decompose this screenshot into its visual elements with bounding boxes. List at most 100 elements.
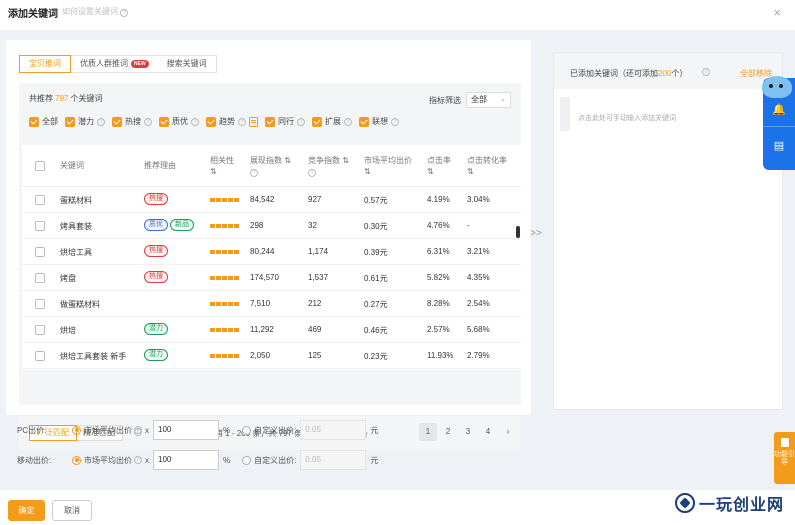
help-link[interactable]: 如何设置关键词 ? (62, 6, 129, 17)
checkbox[interactable] (265, 116, 275, 127)
row-checkbox[interactable] (35, 195, 45, 205)
feedback-icon[interactable]: ▤ (763, 126, 795, 164)
checkbox[interactable] (29, 116, 39, 127)
pc-custom-bid-radio[interactable] (242, 425, 252, 435)
mobile-market-avg-radio[interactable] (72, 455, 81, 465)
filter-hot[interactable]: 热搜? (112, 116, 152, 127)
checkbox[interactable] (112, 116, 122, 127)
page-1-button[interactable]: 1 (419, 423, 437, 441)
relevance-bar (210, 224, 215, 228)
tab-crowd-recommend[interactable]: 优质人群推词 NEW (71, 56, 158, 72)
cvr-cell: 3.21% (467, 247, 490, 256)
relevance-bar (228, 354, 233, 358)
col-avg-bid[interactable]: 市场平均出价 ⇅ (364, 155, 412, 177)
row-checkbox[interactable] (35, 273, 45, 283)
checkbox[interactable] (312, 116, 322, 127)
col-relevance[interactable]: 相关性 ⇅ (210, 155, 234, 177)
mobile-custom-bid-radio[interactable] (242, 455, 252, 465)
reason-cell: 热搜 (144, 245, 170, 257)
table-row[interactable]: 烤具套装 质优 新品 298 32 0.30元 4.76% - (22, 213, 521, 239)
relevance-bar (216, 224, 221, 228)
page-3-button[interactable]: 3 (459, 423, 477, 441)
cancel-button[interactable]: 取消 (52, 500, 92, 521)
checkbox[interactable] (65, 116, 75, 127)
pc-custom-bid-input[interactable]: 0.05 (300, 420, 367, 440)
competition-cell: 125 (308, 351, 322, 360)
table-body: 蛋糕材料 热搜 84,542 927 0.57元 4.19% 3.04% 烤具套装 质优 新品 29… (22, 187, 521, 369)
table-scrollbar[interactable] (516, 226, 520, 238)
confirm-button[interactable]: 确定 (8, 500, 45, 521)
reason-cell: 热搜 (144, 271, 170, 283)
mobile-custom-bid-input[interactable]: 0.05 (300, 450, 367, 470)
relevance-bar (210, 328, 215, 332)
close-icon[interactable]: × (773, 5, 781, 20)
filter-associate[interactable]: 联想? (359, 116, 399, 127)
col-reason: 推荐理由 (144, 161, 176, 170)
table-row[interactable]: 做蛋糕材料 7,510 212 0.27元 8.28% 2.54% (22, 291, 521, 317)
feature-guide-button[interactable]: 功能引导 (774, 432, 795, 484)
checkbox[interactable] (359, 116, 369, 127)
help-icon: ? (97, 117, 105, 126)
row-checkbox[interactable] (35, 299, 45, 309)
checkbox[interactable] (159, 116, 169, 127)
filter-trend[interactable]: 趋势? (206, 116, 258, 127)
metric-filter-select[interactable]: 全部 ⌄ (466, 92, 511, 108)
col-cvr[interactable]: 点击转化率 ⇅ (467, 155, 507, 177)
help-icon: ? (134, 456, 142, 464)
page-4-button[interactable]: 4 (479, 423, 497, 441)
ctr-cell: 4.19% (427, 195, 450, 204)
col-ctr[interactable]: 点击率 ⇅ (427, 155, 451, 177)
filter-expand[interactable]: 扩展? (312, 116, 352, 127)
chevron-down-icon: ⌄ (500, 96, 506, 103)
next-page-icon[interactable]: › (499, 423, 517, 441)
tab-search-keyword[interactable]: 搜索关键词 (158, 56, 216, 72)
col-competition[interactable]: 竞争指数 ⇅? (308, 155, 349, 177)
reason-cell: 热搜 (144, 193, 170, 205)
competition-cell: 212 (308, 299, 322, 308)
mobile-percent-input[interactable]: 100 (153, 450, 219, 470)
keyword-cell: 烘培工具 (60, 248, 92, 257)
relevance-bar (210, 276, 215, 280)
table-row[interactable]: 烤盘 热搜 174,570 1,537 0.61元 5.82% 4.35% (22, 265, 521, 291)
filter-potential[interactable]: 潜力? (65, 116, 105, 127)
row-checkbox[interactable] (35, 221, 45, 231)
relevance-bar (228, 302, 233, 306)
col-impressions[interactable]: 展现指数 ⇅? (250, 155, 291, 177)
added-keywords-title: 已添加关键词（还可添加200个） (570, 69, 688, 78)
relevance-bar (216, 198, 221, 202)
relevance-bar (210, 198, 215, 202)
help-icon: ? (134, 426, 142, 434)
note-icon[interactable] (249, 116, 258, 127)
add-selected-button[interactable]: >> (530, 228, 542, 239)
cvr-cell: 3.04% (467, 195, 490, 204)
table-row[interactable]: 烘培工具 热搜 80,244 1,174 0.39元 6.31% 3.21% (22, 239, 521, 265)
ctr-cell: 4.76% (427, 221, 450, 230)
ctr-cell: 2.57% (427, 325, 450, 334)
table-header: 关键词 推荐理由 相关性 ⇅ 展现指数 ⇅? 竞争指数 ⇅? 市场平均出价 ⇅ 点击… (22, 145, 521, 187)
mascot-icon[interactable] (762, 76, 792, 98)
relevance-bar (234, 224, 239, 228)
relevance-bar (234, 250, 239, 254)
pc-market-avg-radio[interactable] (72, 425, 81, 435)
row-checkbox[interactable] (35, 351, 45, 361)
tab-item-recommend[interactable]: 宝贝推词 (19, 55, 71, 73)
table-row[interactable]: 烘培 潜力 11,292 469 0.46元 2.57% 5.68% (22, 317, 521, 343)
help-icon: ? (391, 117, 399, 126)
reason-tag: 热搜 (144, 245, 168, 257)
avg-bid-cell: 0.30元 (364, 222, 388, 231)
select-all-checkbox[interactable] (35, 161, 45, 171)
table-row[interactable]: 蛋糕材料 热搜 84,542 927 0.57元 4.19% 3.04% (22, 187, 521, 213)
row-checkbox[interactable] (35, 247, 45, 257)
filter-all[interactable]: 全部 (29, 116, 58, 127)
checkbox[interactable] (206, 116, 216, 127)
table-row[interactable]: 烘培工具套装 新手 潜力 2,050 125 0.23元 11.93% 2.79% (22, 343, 521, 369)
relevance-bar (210, 250, 215, 254)
manual-keyword-input[interactable]: 点击此处可手动输入添加关键词 (578, 113, 676, 123)
row-checkbox[interactable] (35, 325, 45, 335)
pc-percent-input[interactable]: 100 (153, 420, 219, 440)
cvr-cell: 2.79% (467, 351, 490, 360)
filter-quality[interactable]: 质优? (159, 116, 199, 127)
impressions-cell: 80,244 (250, 247, 275, 256)
filter-peer[interactable]: 同行? (265, 116, 305, 127)
page-2-button[interactable]: 2 (439, 423, 457, 441)
